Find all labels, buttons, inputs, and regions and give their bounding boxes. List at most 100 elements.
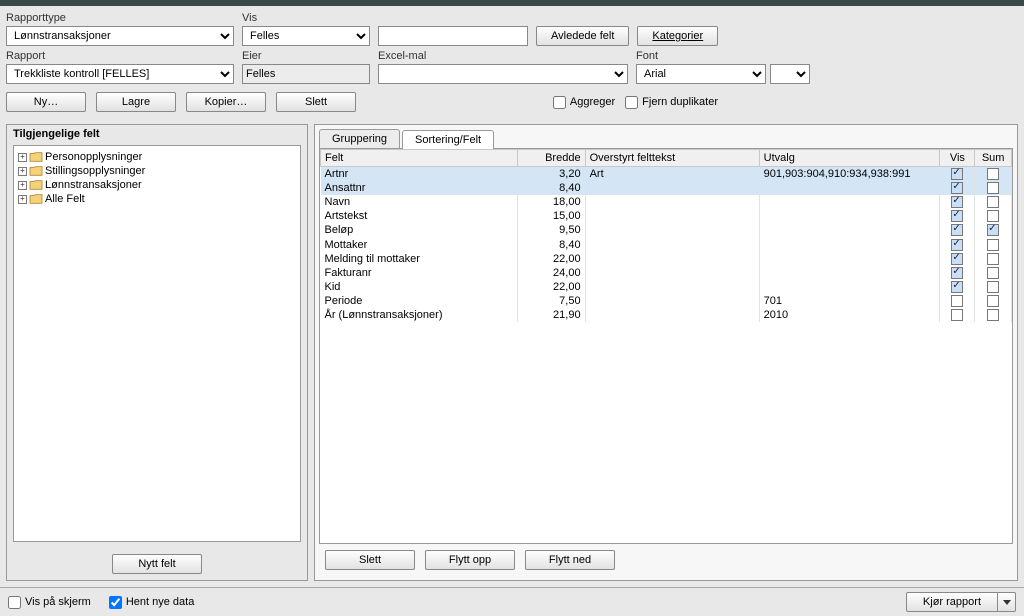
cell-felt: Fakturanr xyxy=(321,266,518,280)
tree-item[interactable]: + Alle Felt xyxy=(14,192,300,206)
cell-bredde: 3,20 xyxy=(518,167,585,182)
tree-item[interactable]: +Lønnstransaksjoner xyxy=(14,178,300,192)
cell-overstyrt xyxy=(585,308,759,322)
vis-checkbox[interactable] xyxy=(951,295,963,307)
expand-icon[interactable]: + xyxy=(18,153,27,162)
sum-checkbox[interactable] xyxy=(987,309,999,321)
sum-checkbox[interactable] xyxy=(987,239,999,251)
kategorier-button[interactable]: Kategorier xyxy=(637,26,718,46)
ny-button[interactable]: Ny… xyxy=(6,92,86,112)
vis-checkbox[interactable] xyxy=(951,210,963,222)
cell-overstyrt xyxy=(585,223,759,237)
vis-checkbox[interactable] xyxy=(951,224,963,236)
vis-pa-skjerm-checkbox[interactable]: Vis på skjerm xyxy=(8,596,91,609)
table-row[interactable]: Melding til mottaker22,00 xyxy=(321,252,1012,266)
expand-icon[interactable]: + xyxy=(18,167,27,176)
cell-felt: Mottaker xyxy=(321,237,518,251)
lagre-button[interactable]: Lagre xyxy=(96,92,176,112)
vis-checkbox[interactable] xyxy=(951,196,963,208)
cell-bredde: 7,50 xyxy=(518,294,585,308)
vis-checkbox[interactable] xyxy=(951,182,963,194)
sum-checkbox[interactable] xyxy=(987,295,999,307)
sum-checkbox[interactable] xyxy=(987,281,999,293)
flytt-opp-button[interactable]: Flytt opp xyxy=(425,550,515,570)
font-select[interactable]: Arial xyxy=(636,64,766,84)
grid-header[interactable]: Overstyrt felttekst xyxy=(585,150,759,167)
grid-header[interactable]: Utvalg xyxy=(759,150,940,167)
vis-select[interactable]: Felles xyxy=(242,26,370,46)
tree-item[interactable]: + Personopplysninger xyxy=(14,150,300,164)
table-row[interactable]: Navn18,00 xyxy=(321,195,1012,209)
table-row[interactable]: Ansattnr8,40 xyxy=(321,181,1012,195)
grid-header[interactable]: Felt xyxy=(321,150,518,167)
sum-checkbox[interactable] xyxy=(987,182,999,194)
rapport-select[interactable]: Trekkliste kontroll [FELLES] xyxy=(6,64,234,84)
vis-checkbox[interactable] xyxy=(951,309,963,321)
table-row[interactable]: År (Lønnstransaksjoner)21,902010 xyxy=(321,308,1012,322)
cell-overstyrt xyxy=(585,294,759,308)
folder-icon xyxy=(29,179,43,191)
hent-nye-data-checkbox[interactable]: Hent nye data xyxy=(109,596,195,609)
tree-item-label: Personopplysninger xyxy=(45,151,142,163)
grid-header[interactable]: Bredde xyxy=(518,150,585,167)
eier-label: Eier xyxy=(242,50,370,62)
flytt-ned-button[interactable]: Flytt ned xyxy=(525,550,615,570)
table-row[interactable]: Kid22,00 xyxy=(321,280,1012,294)
spacer-label xyxy=(378,12,528,24)
cell-bredde: 22,00 xyxy=(518,280,585,294)
cell-utvalg xyxy=(759,223,940,237)
table-row[interactable]: Mottaker8,40 xyxy=(321,237,1012,251)
vis-checkbox[interactable] xyxy=(951,239,963,251)
cell-overstyrt xyxy=(585,195,759,209)
vis-checkbox[interactable] xyxy=(951,253,963,265)
table-row[interactable]: Periode7,50701 xyxy=(321,294,1012,308)
rapporttype-label: Rapporttype xyxy=(6,12,234,24)
aggreger-checkbox[interactable]: Aggreger xyxy=(553,96,615,109)
cell-overstyrt xyxy=(585,237,759,251)
table-row[interactable]: Artstekst15,00 xyxy=(321,209,1012,223)
sum-checkbox[interactable] xyxy=(987,210,999,222)
fields-grid[interactable]: FeltBreddeOverstyrt felttekstUtvalgVisSu… xyxy=(320,149,1012,322)
expand-icon[interactable]: + xyxy=(18,195,27,204)
tree-item-label: Alle Felt xyxy=(45,193,85,205)
grid-header[interactable]: Vis xyxy=(940,150,975,167)
grid-header[interactable]: Sum xyxy=(975,150,1012,167)
table-row[interactable]: Artnr3,20Art901,903:904,910:934,938:991 xyxy=(321,167,1012,182)
slett-button[interactable]: Slett xyxy=(276,92,356,112)
cell-bredde: 21,90 xyxy=(518,308,585,322)
folder-icon xyxy=(29,151,43,163)
table-row[interactable]: Fakturanr24,00 xyxy=(321,266,1012,280)
cell-overstyrt xyxy=(585,266,759,280)
sum-checkbox[interactable] xyxy=(987,196,999,208)
tab-gruppering[interactable]: Gruppering xyxy=(319,129,400,148)
vis-checkbox[interactable] xyxy=(951,267,963,279)
sum-checkbox[interactable] xyxy=(987,267,999,279)
vis-checkbox[interactable] xyxy=(951,168,963,180)
cell-overstyrt: Art xyxy=(585,167,759,182)
vis-checkbox[interactable] xyxy=(951,281,963,293)
search-input[interactable] xyxy=(378,26,528,46)
kjor-rapport-button[interactable]: Kjør rapport xyxy=(906,592,998,612)
field-tree[interactable]: + Personopplysninger+Stillingsopplysninge… xyxy=(13,145,301,542)
rapporttype-select[interactable]: Lønnstransaksjoner xyxy=(6,26,234,46)
cell-utvalg: 2010 xyxy=(759,308,940,322)
font-size-select[interactable]: 10 xyxy=(770,64,810,84)
fjern-duplikater-checkbox[interactable]: Fjern duplikater xyxy=(625,96,718,109)
sum-checkbox[interactable] xyxy=(987,168,999,180)
tree-item[interactable]: +Stillingsopplysninger xyxy=(14,164,300,178)
sum-checkbox[interactable] xyxy=(987,224,999,236)
sum-checkbox[interactable] xyxy=(987,253,999,265)
cell-utvalg xyxy=(759,266,940,280)
kjor-rapport-dropdown[interactable] xyxy=(998,592,1016,612)
cell-bredde: 22,00 xyxy=(518,252,585,266)
cell-utvalg xyxy=(759,181,940,195)
table-row[interactable]: Beløp9,50 xyxy=(321,223,1012,237)
nytt-felt-button[interactable]: Nytt felt xyxy=(112,554,202,574)
tab-sorteringfelt[interactable]: Sortering/Felt xyxy=(402,130,494,149)
grid-slett-button[interactable]: Slett xyxy=(325,550,415,570)
expand-icon[interactable]: + xyxy=(18,181,27,190)
excel-mal-select[interactable] xyxy=(378,64,628,84)
kopier-button[interactable]: Kopier… xyxy=(186,92,266,112)
avledede-felt-button[interactable]: Avledede felt xyxy=(536,26,629,46)
folder-icon xyxy=(29,193,43,205)
